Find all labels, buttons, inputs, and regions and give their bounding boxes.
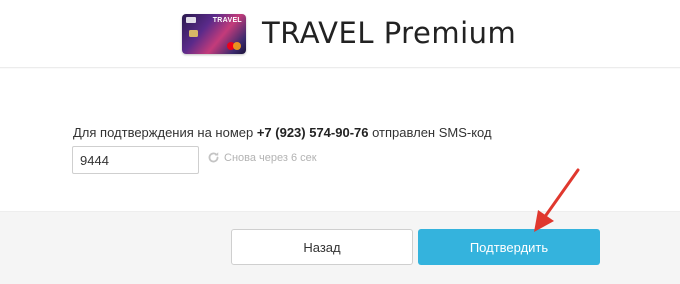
confirm-button[interactable]: Подтвердить: [418, 229, 600, 265]
sms-notice-suffix: отправлен SMS-код: [368, 125, 492, 140]
sms-notice-prefix: Для подтверждения на номер: [73, 125, 257, 140]
page-header: TRAVEL TRAVEL Premium: [0, 0, 680, 68]
refresh-icon: [208, 152, 219, 163]
mastercard-logo: [227, 42, 241, 50]
resend-code: Снова через 6 сек: [207, 151, 317, 164]
sms-code-input[interactable]: [72, 146, 199, 174]
card-chip: [189, 30, 198, 37]
phone-number: +7 (923) 574-90-76: [256, 125, 369, 140]
page-title: TRAVEL Premium: [262, 16, 517, 50]
back-button[interactable]: Назад: [231, 229, 413, 265]
main-content: [0, 69, 680, 211]
card-image-label: TRAVEL: [212, 17, 242, 24]
bank-logo: [186, 17, 196, 23]
resend-label: Снова через 6 сек: [224, 151, 317, 164]
card-image: TRAVEL: [182, 14, 246, 54]
sms-notice: Для подтверждения на номер +7 (923) 574-…: [73, 125, 492, 140]
